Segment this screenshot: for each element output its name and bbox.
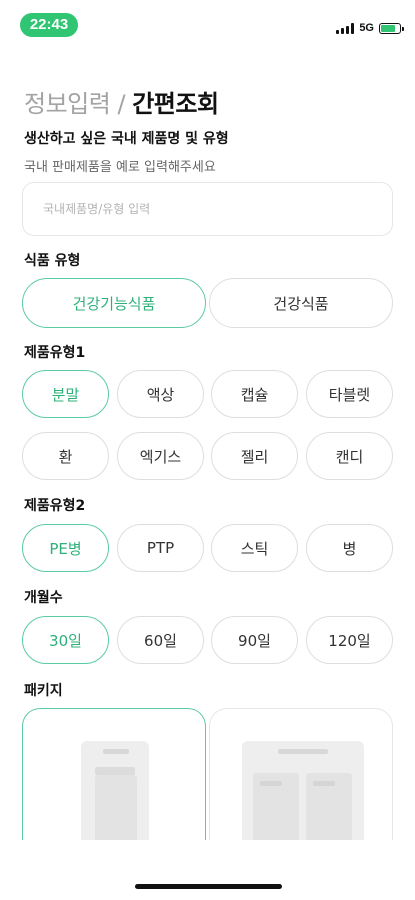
product-type1-option[interactable]: 액상 [117, 370, 204, 418]
home-indicator[interactable] [135, 884, 282, 889]
battery-level [381, 24, 395, 32]
status-bar: 22:43 5G [0, 0, 415, 44]
product-type1-option[interactable]: 타블렛 [306, 370, 393, 418]
product-type2-option[interactable]: 스틱 [211, 524, 298, 572]
months-option[interactable]: 90일 [211, 616, 298, 664]
product-type1-option[interactable]: 분말 [22, 370, 109, 418]
status-indicators: 5G [336, 22, 404, 34]
product-label: 생산하고 싶은 국내 제품명 및 유형 [24, 131, 229, 147]
product-type2-label: 제품유형2 [24, 498, 86, 514]
product-type2-option[interactable]: 병 [306, 524, 393, 572]
product-type1-option[interactable]: 캔디 [306, 432, 393, 480]
food-type-option-health[interactable]: 건강식품 [209, 278, 393, 328]
product-type1-option[interactable]: 엑기스 [117, 432, 204, 480]
product-type1-option[interactable]: 젤리 [211, 432, 298, 480]
product-type2-option[interactable]: PE병 [22, 524, 109, 572]
title-step: 정보입력 [24, 90, 111, 118]
months-option[interactable]: 60일 [117, 616, 204, 664]
product-type2-option[interactable]: PTP [117, 524, 204, 572]
page-title: 정보입력 / 간편조회 [24, 84, 219, 119]
title-separator: / [117, 90, 126, 118]
months-label: 개월수 [24, 590, 63, 606]
food-type-option-health-functional[interactable]: 건강기능식품 [22, 278, 206, 328]
product-type1-label: 제품유형1 [24, 345, 86, 361]
signal-icon [336, 22, 355, 34]
food-type-label: 식품 유형 [24, 253, 81, 269]
product-name-input[interactable] [22, 182, 393, 236]
months-option[interactable]: 30일 [22, 616, 109, 664]
network-type: 5G [359, 22, 374, 34]
status-time: 22:43 [20, 13, 78, 37]
product-type1-option[interactable]: 캡슐 [211, 370, 298, 418]
months-option[interactable]: 120일 [306, 616, 393, 664]
bottom-bar [0, 840, 415, 900]
package-label: 패키지 [24, 683, 63, 699]
product-hint: 국내 판매제품을 예로 입력해주세요 [24, 160, 216, 175]
title-active: 간편조회 [132, 90, 219, 118]
battery-icon [379, 22, 404, 34]
product-type1-option[interactable]: 환 [22, 432, 109, 480]
